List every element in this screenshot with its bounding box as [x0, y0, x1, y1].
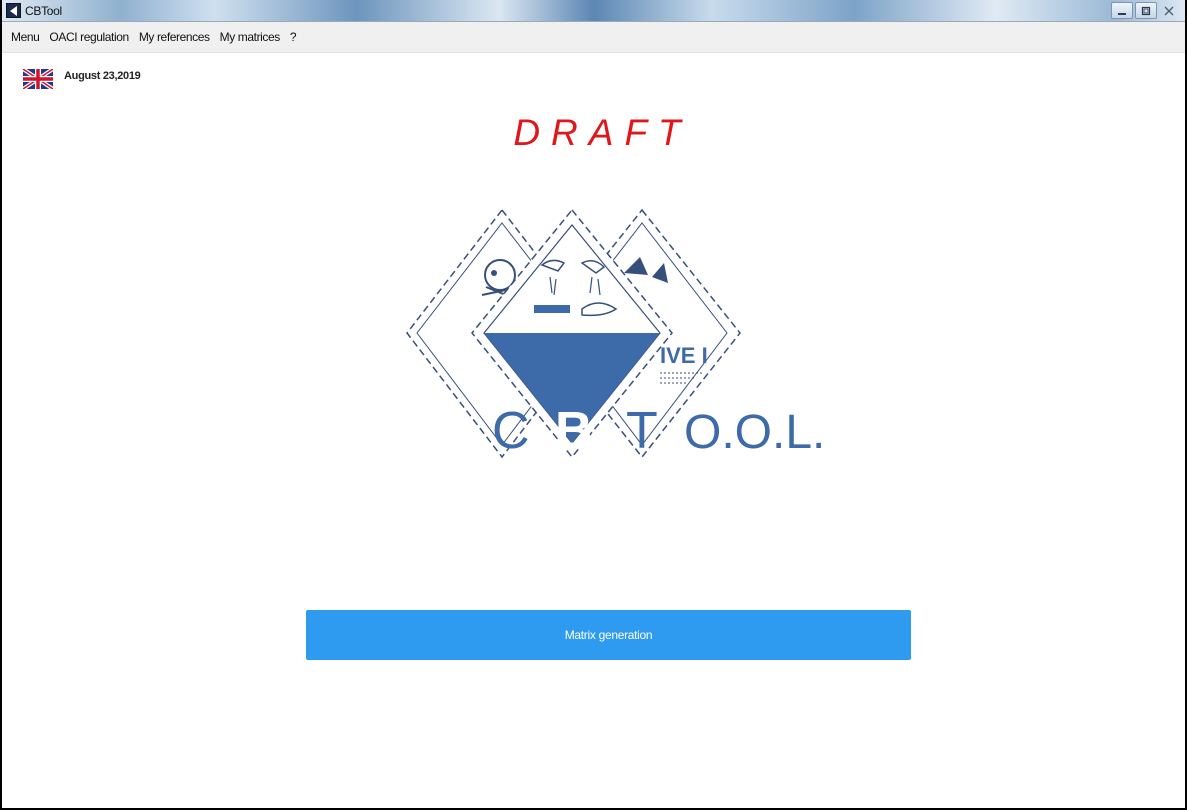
app-window: CBTool Menu OACI regulation My reference… [0, 0, 1187, 810]
cbtool-logo: IVE I C B T O.O.L. [406, 208, 822, 460]
logo-letters-ool: O.O.L. [684, 406, 822, 459]
menu-item-help[interactable]: ? [285, 27, 301, 47]
app-icon [6, 3, 21, 18]
close-icon [1164, 6, 1174, 15]
uk-flag-icon[interactable] [23, 69, 53, 89]
current-date: August 23,2019 [64, 70, 141, 82]
close-button[interactable] [1159, 2, 1179, 19]
minimize-icon [1118, 12, 1126, 15]
logo-partial-text: IVE I [660, 343, 708, 368]
logo-letter-c: C [492, 402, 530, 460]
menu-item-oaci-regulation[interactable]: OACI regulation [44, 27, 133, 47]
menu-item-my-matrices[interactable]: My matrices [215, 27, 285, 47]
window-controls [1111, 2, 1179, 19]
menu-item-my-references[interactable]: My references [134, 27, 215, 47]
menu-item-menu[interactable]: Menu [6, 27, 44, 47]
menu-bar: Menu OACI regulation My references My ma… [2, 22, 1185, 53]
title-bar[interactable]: CBTool [2, 0, 1185, 22]
logo-letter-b: B [555, 402, 593, 460]
logo-letter-t: T [626, 402, 658, 460]
restore-button[interactable] [1135, 2, 1157, 19]
window-title: CBTool [25, 4, 62, 18]
matrix-generation-button[interactable]: Matrix generation [306, 610, 911, 660]
draft-label: DRAFT [513, 112, 692, 153]
minimize-button[interactable] [1111, 2, 1133, 19]
restore-icon [1141, 6, 1151, 15]
